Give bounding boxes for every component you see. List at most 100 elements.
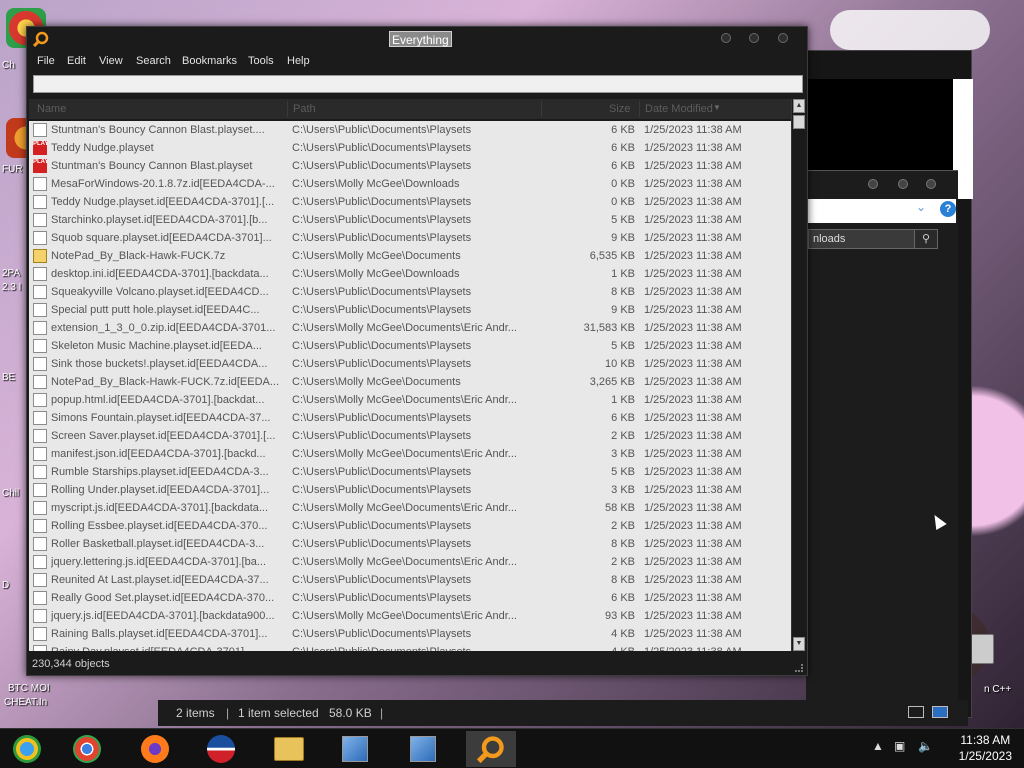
column-path[interactable]: Path [293,103,316,115]
network-icon[interactable]: ▣ [894,739,905,753]
table-row[interactable]: Squob square.playset.id[EEDA4CDA-3701]..… [29,229,791,247]
file-date: 1/25/2023 11:38 AM [644,538,742,550]
clock[interactable]: 11:38 AM 1/25/2023 [959,732,1012,764]
search-input[interactable] [33,75,803,93]
file-date: 1/25/2023 11:38 AM [644,340,742,352]
menu-view[interactable]: View [99,55,123,67]
title-bar[interactable]: Everything [27,27,807,51]
network-setup-icon [342,736,368,762]
table-row[interactable]: PLAY SET Teddy Nudge.playset C:\Users\Publ… [29,139,791,157]
table-row[interactable]: Screen Saver.playset.id[EEDA4CDA-3701].[… [29,427,791,445]
table-row[interactable]: Rolling Essbee.playset.id[EEDA4CDA-370..… [29,517,791,535]
table-row[interactable]: popup.html.id[EEDA4CDA-3701].[backdat...… [29,391,791,409]
taskbar-chrome[interactable] [66,731,108,767]
address-bar[interactable] [806,199,956,223]
file-name: desktop.ini.id[EEDA4CDA-3701].[backdata.… [51,268,269,280]
table-row[interactable]: jquery.js.id[EEDA4CDA-3701].[backdata900… [29,607,791,625]
firefox-icon [141,735,169,763]
file-date: 1/25/2023 11:38 AM [644,268,742,280]
file-name: Skeleton Music Machine.playset.id[EEDA..… [51,340,262,352]
table-row[interactable]: Squeakyville Volcano.playset.id[EEDA4CD.… [29,283,791,301]
vertical-scrollbar[interactable]: ▲ ▼ [791,99,805,651]
scroll-up-arrow-icon[interactable]: ▲ [793,99,805,113]
table-row[interactable]: Stuntman's Bouncy Cannon Blast.playset..… [29,121,791,139]
table-row[interactable]: NotePad_By_Black-Hawk-FUCK.7z.id[EEDA...… [29,373,791,391]
file-name: Sink those buckets!.playset.id[EEDA4CDA.… [51,358,268,370]
column-size[interactable]: Size [609,103,630,115]
desktop-label: FUR [2,164,23,175]
scroll-thumb[interactable] [793,115,805,129]
file-path: C:\Users\Public\Documents\Playsets [292,574,472,586]
menu-tools[interactable]: Tools [248,55,274,67]
taskbar-obama[interactable] [200,731,242,767]
table-row[interactable]: Roller Basketball.playset.id[EEDA4CDA-3.… [29,535,791,553]
close-button[interactable] [778,33,788,43]
file-date: 1/25/2023 11:38 AM [644,232,742,244]
file-name: NotePad_By_Black-Hawk-FUCK.7z [51,250,226,262]
table-row[interactable]: extension_1_3_0_0.zip.id[EEDA4CDA-3701..… [29,319,791,337]
maximize-button[interactable] [749,33,759,43]
table-row[interactable]: Skeleton Music Machine.playset.id[EEDA..… [29,337,791,355]
minimize-button[interactable] [721,33,731,43]
table-row[interactable]: Really Good Set.playset.id[EEDA4CDA-370.… [29,589,791,607]
menu-help[interactable]: Help [287,55,310,67]
table-row[interactable]: Sink those buckets!.playset.id[EEDA4CDA.… [29,355,791,373]
menu-search[interactable]: Search [136,55,171,67]
file-name: Starchinko.playset.id[EEDA4CDA-3701].[b.… [51,214,268,226]
file-path: C:\Users\Molly McGee\Documents [292,376,461,388]
column-divider[interactable] [287,101,288,117]
close-button[interactable] [926,179,936,189]
table-row[interactable]: Simons Fountain.playset.id[EEDA4CDA-37..… [29,409,791,427]
table-row[interactable]: Special putt putt hole.playset.id[EEDA4C… [29,301,791,319]
file-name: Special putt putt hole.playset.id[EEDA4C… [51,304,260,316]
table-row[interactable]: desktop.ini.id[EEDA4CDA-3701].[backdata.… [29,265,791,283]
table-row[interactable]: Rumble Starships.playset.id[EEDA4CDA-3..… [29,463,791,481]
results-list[interactable]: Stuntman's Bouncy Cannon Blast.playset..… [29,121,791,651]
taskbar-network-setup-2[interactable] [402,731,444,767]
table-row[interactable]: Teddy Nudge.playset.id[EEDA4CDA-3701].[.… [29,193,791,211]
menu-edit[interactable]: Edit [67,55,86,67]
table-row[interactable]: Rainy Day.playset.id[EEDA4CDA-3701]... C:… [29,643,791,651]
show-hidden-icons-icon[interactable]: ▲ [872,739,884,753]
table-row[interactable]: Reunited At Last.playset.id[EEDA4CDA-37.… [29,571,791,589]
file-date: 1/25/2023 11:38 AM [644,628,742,640]
file-date: 1/25/2023 11:38 AM [644,448,742,460]
file-icon [33,321,47,335]
start-button[interactable] [6,731,48,767]
table-row[interactable]: NotePad_By_Black-Hawk-FUCK.7z C:\Users\Mo… [29,247,791,265]
volume-icon[interactable]: 🔈 [918,739,933,753]
column-divider[interactable] [541,101,542,117]
large-icons-view-icon[interactable] [932,706,948,718]
minimize-button[interactable] [868,179,878,189]
table-row[interactable]: myscript.js.id[EEDA4CDA-3701].[backdata.… [29,499,791,517]
maximize-button[interactable] [898,179,908,189]
column-divider[interactable] [639,101,640,117]
details-view-icon[interactable] [908,706,924,718]
menu-bookmarks[interactable]: Bookmarks [182,55,237,67]
taskbar-everything[interactable] [466,731,516,767]
table-row[interactable]: jquery.lettering.js.id[EEDA4CDA-3701].[b… [29,553,791,571]
desktop-label: BE [2,372,16,383]
table-row[interactable]: PLAY SET Stuntman's Bouncy Cannon Blast.p… [29,157,791,175]
table-row[interactable]: MesaForWindows-20.1.8.7z.id[EEDA4CDA-...… [29,175,791,193]
desktop-label: BTC MOI [8,683,50,694]
table-row[interactable]: Rolling Under.playset.id[EEDA4CDA-3701].… [29,481,791,499]
desktop-label: Chil [2,488,20,499]
column-date[interactable]: Date Modified [645,103,713,115]
chevron-down-icon[interactable]: ⌄ [916,200,926,214]
resize-grip-icon[interactable] [795,664,803,672]
file-date: 1/25/2023 11:38 AM [644,610,742,622]
column-name[interactable]: Name [37,103,66,115]
table-row[interactable]: Raining Balls.playset.id[EEDA4CDA-3701].… [29,625,791,643]
table-row[interactable]: manifest.json.id[EEDA4CDA-3701].[backd..… [29,445,791,463]
sort-descending-icon: ▼ [713,103,721,112]
search-icon[interactable]: ⚲ [914,229,938,249]
help-icon[interactable]: ? [940,201,956,217]
taskbar-network-setup[interactable] [334,731,376,767]
scroll-down-arrow-icon[interactable]: ▼ [793,637,805,651]
taskbar-file-explorer[interactable] [268,731,310,767]
taskbar-firefox[interactable] [134,731,176,767]
recycle-bin-icon[interactable] [970,634,994,664]
menu-file[interactable]: File [37,55,55,67]
table-row[interactable]: Starchinko.playset.id[EEDA4CDA-3701].[b.… [29,211,791,229]
